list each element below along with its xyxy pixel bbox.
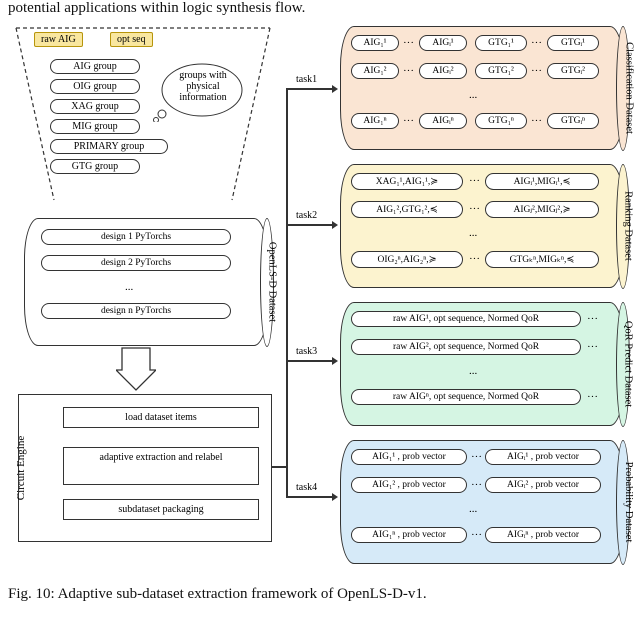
ds-cell: GTGᵢⁿ <box>547 113 599 129</box>
task-arrow <box>286 224 332 226</box>
task-arrow <box>286 360 332 362</box>
ellipsis: ··· <box>403 65 414 77</box>
ellipsis: ··· <box>403 37 414 49</box>
ds-cell: XAG₁¹,AIG₁¹,≽ <box>351 173 463 190</box>
tag-opt-seq: opt seq <box>110 32 153 47</box>
ds-cell: AIGⱼ²,MIGⱼ²,≽ <box>485 201 599 218</box>
group-item: XAG group <box>50 99 140 114</box>
ranking-cylinder: Ranking Dataset XAG₁¹,AIG₁¹,≽ ··· AIGᵢ¹,… <box>340 164 624 288</box>
arrow-down-icon <box>116 346 156 392</box>
task-arrow <box>286 496 332 498</box>
ds-cell: GTG₁¹ <box>475 35 527 51</box>
ds-cell: AIGᵢ² , prob vector <box>485 477 601 493</box>
group-item: AIG group <box>50 59 140 74</box>
funnel-panel: raw AIG opt seq AIG group OIG group XAG … <box>14 26 272 202</box>
group-item: PRIMARY group <box>50 139 168 154</box>
ds-cell: GTGᵢ² <box>547 63 599 79</box>
openlsd-cylinder: OpenLS-D Dataset design 1 PyTorchs desig… <box>24 218 268 346</box>
speech-text: groups with physical information <box>164 70 242 103</box>
ds-cell: GTGᵢ¹ <box>547 35 599 51</box>
ellipsis: ··· <box>587 391 598 403</box>
ellipsis: ··· <box>471 451 482 463</box>
ds-cell: AIG₁¹ , prob vector <box>351 449 467 465</box>
ds-cell: raw AIG¹, opt sequence, Normed QoR <box>351 311 581 327</box>
ds-cell: AIG₁ⁿ <box>351 113 399 129</box>
ds-cell: AIGᵢ¹ , prob vector <box>485 449 601 465</box>
group-item: OIG group <box>50 79 140 94</box>
group-item: MIG group <box>50 119 140 134</box>
arrow-head-icon <box>332 221 338 229</box>
ellipsis: ... <box>125 281 133 293</box>
connector-bus <box>286 88 288 498</box>
ds-cell: AIG₁² <box>351 63 399 79</box>
ds-cell: AIGᵢ¹,MIGᵢ¹,≼ <box>485 173 599 190</box>
ellipsis: ... <box>469 227 477 239</box>
ds-cell: AIG₁¹ <box>351 35 399 51</box>
ellipsis: ··· <box>469 175 480 187</box>
classification-cylinder: Classification Dataset AIG₁¹ ··· AIGᵢ¹ G… <box>340 26 624 150</box>
cutoff-page-text: potential applications within logic synt… <box>8 0 305 17</box>
engine-step: adaptive extraction and relabel <box>63 447 259 485</box>
ds-cell: AIGᵢ² <box>419 63 467 79</box>
engine-step: subdataset packaging <box>63 499 259 520</box>
task-label: task1 <box>296 74 317 85</box>
ds-cell: GTG₁ⁿ <box>475 113 527 129</box>
ds-cell: AIG₁²,GTG₁²,≼ <box>351 201 463 218</box>
ellipsis: ... <box>469 503 477 515</box>
dataset-row: design 2 PyTorchs <box>41 255 231 271</box>
ds-cell: AIG₁² , prob vector <box>351 477 467 493</box>
probability-cylinder: Probability Dataset AIG₁¹ , prob vector … <box>340 440 624 564</box>
engine-title: Circuit Engine <box>15 436 27 500</box>
task-label: task4 <box>296 482 317 493</box>
ds-cell: raw AIGⁿ, opt sequence, Normed QoR <box>351 389 581 405</box>
ellipsis: ··· <box>469 253 480 265</box>
qor-title: QoR Predict Dataset <box>622 321 633 407</box>
ranking-title: Ranking Dataset <box>623 191 634 261</box>
qor-cylinder: QoR Predict Dataset raw AIG¹, opt sequen… <box>340 302 624 426</box>
engine-step: load dataset items <box>63 407 259 428</box>
classification-title: Classification Dataset <box>624 42 635 134</box>
ds-cell: raw AIG², opt sequence, Normed QoR <box>351 339 581 355</box>
ellipsis: ... <box>469 365 477 377</box>
ds-cell: AIGᵢ¹ <box>419 35 467 51</box>
ellipsis: ··· <box>471 529 482 541</box>
figure-diagram: raw AIG opt seq AIG group OIG group XAG … <box>8 18 632 580</box>
tag-raw-aig: raw AIG <box>34 32 83 47</box>
ellipsis: ··· <box>587 313 598 325</box>
ellipsis: ··· <box>471 479 482 491</box>
ellipsis: ··· <box>403 115 414 127</box>
ds-cell: GTGₖⁿ,MIGₖⁿ,≼ <box>485 251 599 268</box>
arrow-head-icon <box>332 85 338 93</box>
ellipsis: ··· <box>469 203 480 215</box>
ellipsis: ··· <box>531 37 542 49</box>
probability-title: Probability Dataset <box>623 462 634 543</box>
ds-cell: GTG₁² <box>475 63 527 79</box>
ds-cell: AIGᵢⁿ <box>419 113 467 129</box>
ds-cell: AIG₁ⁿ , prob vector <box>351 527 467 543</box>
task-arrow <box>286 88 332 90</box>
ellipsis: ... <box>469 89 477 101</box>
ellipsis: ··· <box>587 341 598 353</box>
dataset-row: design 1 PyTorchs <box>41 229 231 245</box>
connector <box>272 466 286 468</box>
arrow-head-icon <box>332 493 338 501</box>
dataset-row: design n PyTorchs <box>41 303 231 319</box>
task-label: task3 <box>296 346 317 357</box>
ds-cell: AIGᵢⁿ , prob vector <box>485 527 601 543</box>
circuit-engine-panel: Circuit Engine load dataset items adapti… <box>18 394 272 542</box>
ellipsis: ··· <box>531 65 542 77</box>
arrow-head-icon <box>332 357 338 365</box>
group-item: GTG group <box>50 159 140 174</box>
figure-caption: Fig. 10: Adaptive sub-dataset extraction… <box>8 584 632 604</box>
openlsd-title: OpenLS-D Dataset <box>266 242 277 322</box>
ds-cell: OIG₂ⁿ,AIG₂ⁿ,≽ <box>351 251 463 268</box>
ellipsis: ··· <box>531 115 542 127</box>
task-label: task2 <box>296 210 317 221</box>
